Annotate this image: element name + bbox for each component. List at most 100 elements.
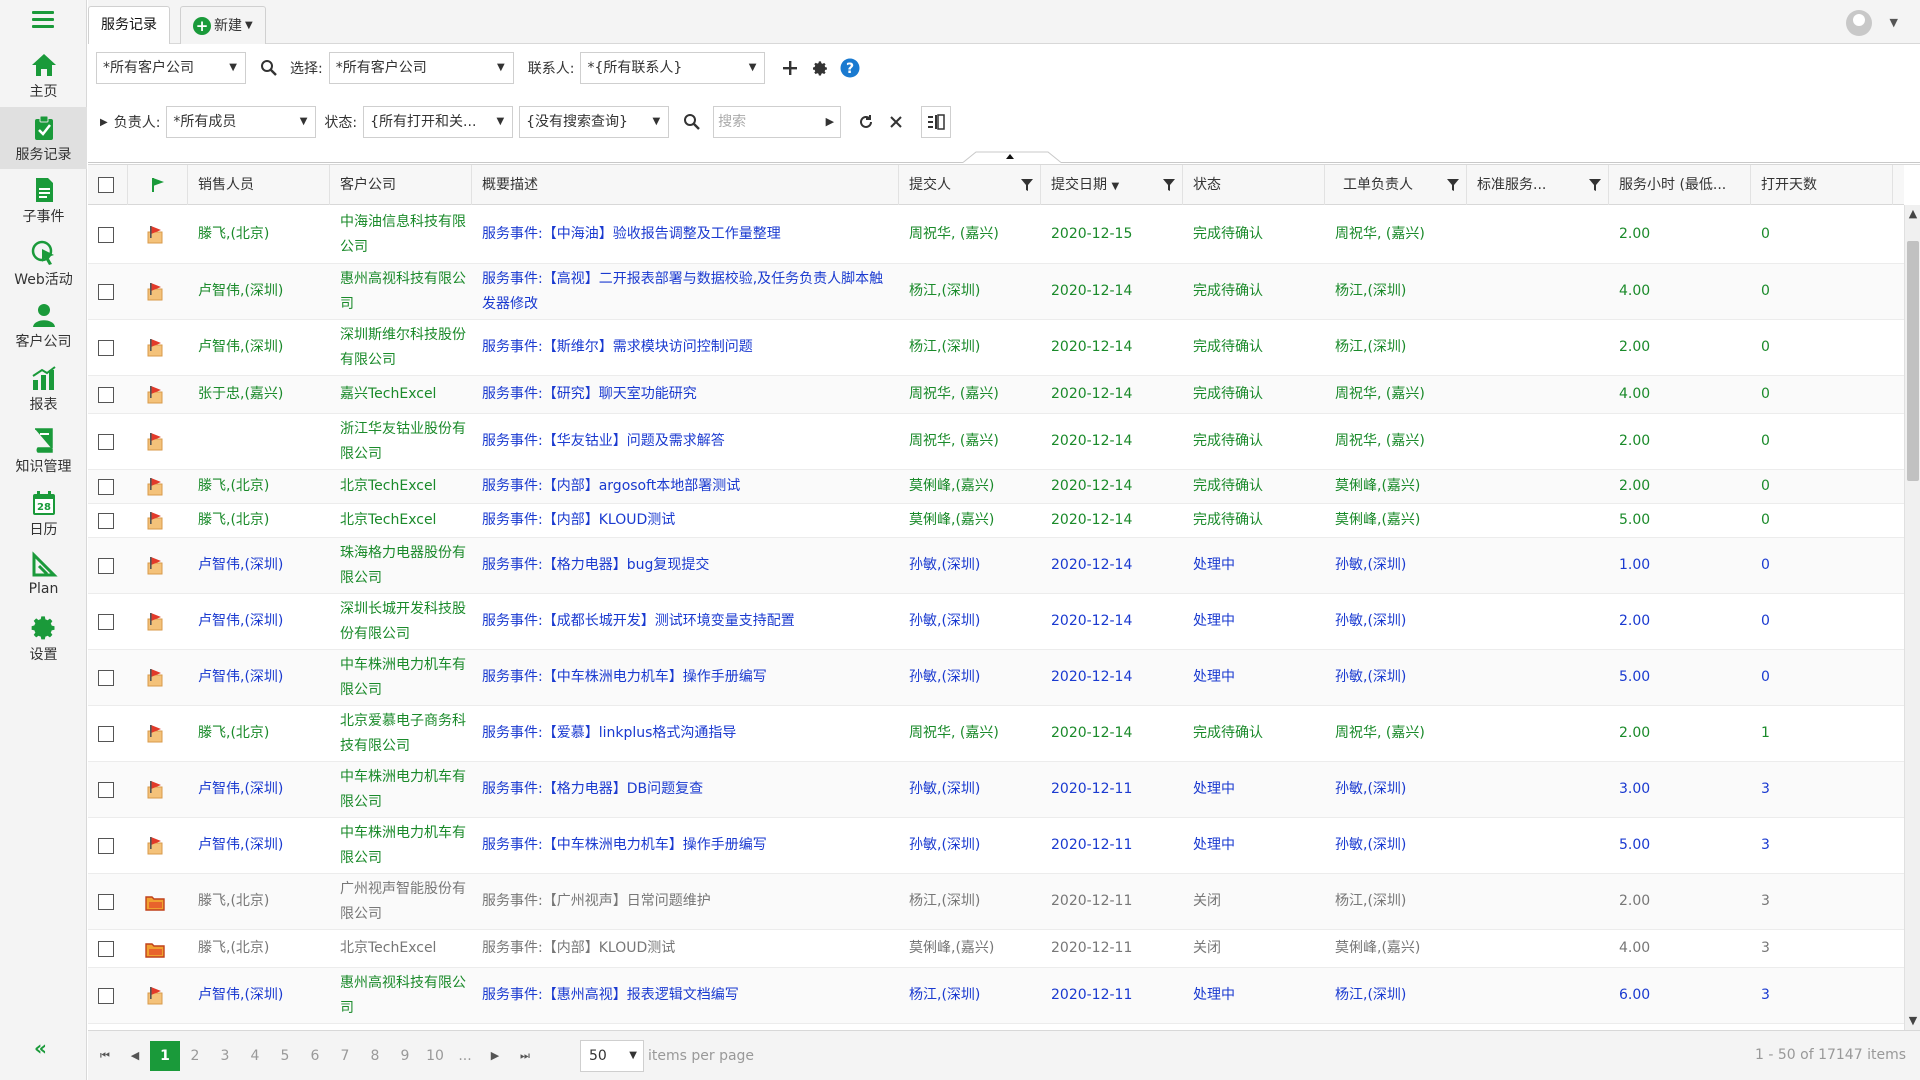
header-company[interactable]: 客户公司 — [330, 165, 472, 205]
filter-icon[interactable] — [1162, 178, 1176, 192]
refresh-icon[interactable] — [851, 106, 881, 138]
clear-icon[interactable] — [881, 106, 911, 138]
row-checkbox[interactable] — [98, 557, 114, 574]
page-number[interactable]: 5 — [270, 1041, 300, 1071]
page-number[interactable]: 3 — [210, 1041, 240, 1071]
page-number[interactable]: 8 — [360, 1041, 390, 1071]
filter-icon[interactable] — [1588, 178, 1602, 192]
cell-desc[interactable]: 服务事件:【格力电器】DB问题复查 — [472, 762, 899, 817]
table-row[interactable]: 卢智伟,(深圳) 中车株洲电力机车有限公司 服务事件:【中车株洲电力机车】操作手册编… — [88, 650, 1904, 706]
row-checkbox[interactable] — [98, 613, 114, 630]
owner-select[interactable]: *所有成员 — [166, 106, 317, 138]
table-row[interactable]: 卢智伟,(深圳) 中车株洲电力机车有限公司 服务事件:【格力电器】DB问题复查 孙敏,… — [88, 762, 1904, 818]
avatar[interactable] — [1846, 10, 1872, 36]
cell-desc[interactable]: 服务事件:【内部】KLOUD测试 — [472, 930, 899, 967]
sidebar-item-9[interactable]: 设置 — [0, 607, 87, 669]
row-checkbox[interactable] — [98, 987, 114, 1004]
table-row[interactable]: 卢智伟,(深圳) 惠州高视科技有限公司 服务事件:【高视】二开报表部署与数据校验,及… — [88, 264, 1904, 320]
header-status[interactable]: 状态 — [1183, 165, 1325, 205]
sidebar-item-3[interactable]: Web活动 — [0, 232, 87, 294]
header-service-hours[interactable]: 服务小时 (最低... — [1609, 165, 1751, 205]
cell-desc[interactable]: 服务事件:【高视】二开报表部署与数据校验,及任务负责人脚本触发器修改 — [472, 264, 899, 319]
row-checkbox[interactable] — [98, 339, 114, 356]
cell-company[interactable]: 北京爱慕电子商务科技有限公司 — [330, 706, 472, 761]
column-layout-icon[interactable] — [921, 106, 952, 138]
help-icon[interactable]: ? — [835, 52, 865, 84]
search-input[interactable]: 搜索 ▶ — [713, 106, 842, 138]
row-checkbox[interactable] — [98, 226, 114, 243]
scroll-up-icon[interactable]: ▲ — [1905, 205, 1920, 223]
cell-desc[interactable]: 服务事件:【成都长城开发】测试环境变量支持配置 — [472, 594, 899, 649]
header-description[interactable]: 概要描述 — [472, 165, 899, 205]
tab-service-records[interactable]: 服务记录 — [88, 6, 170, 44]
cell-company[interactable]: 惠州高视科技有限公司 — [330, 264, 472, 319]
sidebar-item-4[interactable]: 客户公司 — [0, 294, 87, 356]
row-checkbox[interactable] — [98, 940, 114, 957]
prev-page-icon[interactable]: ◀ — [120, 1049, 150, 1062]
cell-company[interactable]: 中车株洲电力机车有限公司 — [330, 650, 472, 705]
select-company-dropdown[interactable]: *所有客户公司 — [328, 52, 514, 84]
cell-company[interactable]: 深圳长城开发科技股份有限公司 — [330, 594, 472, 649]
page-number[interactable]: 10 — [420, 1041, 450, 1071]
sidebar-item-6[interactable]: 知识管理 — [0, 419, 87, 481]
cell-desc[interactable]: 服务事件:【内部】argosoft本地部署测试 — [472, 470, 899, 503]
select-all-checkbox[interactable] — [98, 177, 114, 193]
menu-icon[interactable] — [32, 11, 54, 28]
table-row[interactable]: 卢智伟,(深圳) 深圳斯维尔科技股份有限公司 服务事件:【斯维尔】需求模块访问控制问… — [88, 320, 1904, 376]
cell-company[interactable]: 浙江华友钴业股份有限公司 — [330, 414, 472, 469]
cell-desc[interactable]: 服务事件:【惠州高视】报表逻辑文档编写 — [472, 968, 899, 1023]
header-sales[interactable]: 销售人员 — [188, 165, 330, 205]
page-number[interactable]: 2 — [180, 1041, 210, 1071]
cell-desc[interactable]: 服务事件:【中车株洲电力机车】操作手册编写 — [472, 650, 899, 705]
vertical-scrollbar[interactable]: ▲ ▼ — [1904, 205, 1920, 1030]
table-row[interactable]: 卢智伟,(深圳) 中车株洲电力机车有限公司 服务事件:【中车株洲电力机车】操作手册编… — [88, 818, 1904, 874]
sidebar-item-5[interactable]: 报表 — [0, 357, 87, 419]
sidebar-item-8[interactable]: Plan — [0, 544, 87, 606]
page-number[interactable]: 4 — [240, 1041, 270, 1071]
per-page-select[interactable]: 50 — [580, 1039, 644, 1072]
cell-company[interactable]: 北京TechExcel — [330, 930, 472, 967]
expand-triangle-icon[interactable]: ▶ — [100, 117, 108, 128]
next-page-icon[interactable]: ▶ — [480, 1049, 510, 1062]
table-row[interactable]: 浙江华友钴业股份有限公司 服务事件:【华友钴业】问题及需求解答 周祝华, (嘉兴) 2… — [88, 414, 1904, 470]
row-checkbox[interactable] — [98, 893, 114, 910]
scrollbar-thumb[interactable] — [1907, 241, 1919, 481]
sidebar-item-7[interactable]: 28 日历 — [0, 482, 87, 544]
row-checkbox[interactable] — [98, 781, 114, 798]
cell-company[interactable]: 深圳斯维尔科技股份有限公司 — [330, 320, 472, 375]
cell-company[interactable]: 惠州高视科技有限公司 — [330, 968, 472, 1023]
cell-desc[interactable]: 服务事件:【中车株洲电力机车】操作手册编写 — [472, 818, 899, 873]
table-row[interactable]: 卢智伟,(深圳) 深圳长城开发科技股份有限公司 服务事件:【成都长城开发】测试环境变… — [88, 594, 1904, 650]
cell-company[interactable]: 中车株洲电力机车有限公司 — [330, 818, 472, 873]
scroll-down-icon[interactable]: ▼ — [1905, 1012, 1920, 1030]
status-select[interactable]: {所有打开和关... — [363, 106, 514, 138]
first-page-icon[interactable]: ⏮ — [90, 1049, 120, 1063]
filter-icon[interactable] — [1020, 178, 1034, 192]
table-row[interactable]: 张于忠,(嘉兴) 嘉兴TechExcel 服务事件:【研究】聊天室功能研究 周祝华, … — [88, 376, 1904, 414]
row-checkbox[interactable] — [98, 725, 114, 742]
page-number[interactable]: 6 — [300, 1041, 330, 1071]
chevron-down-icon[interactable]: ▼ — [1890, 16, 1898, 29]
last-page-icon[interactable]: ⏭ — [510, 1049, 540, 1063]
saved-query-select[interactable]: {没有搜索查询} — [519, 106, 670, 138]
search-icon[interactable] — [677, 106, 707, 138]
cell-company[interactable]: 广州视声智能股份有限公司 — [330, 874, 472, 929]
header-ticket-owner[interactable]: 工单负责人 — [1325, 165, 1467, 205]
cell-desc[interactable]: 服务事件:【格力电器】bug复现提交 — [472, 538, 899, 593]
row-checkbox[interactable] — [98, 386, 114, 403]
sidebar-item-1[interactable]: 服务记录 — [0, 106, 87, 169]
row-checkbox[interactable] — [98, 669, 114, 686]
cell-desc[interactable]: 服务事件:【研究】聊天室功能研究 — [472, 376, 899, 413]
gear-icon[interactable] — [805, 52, 835, 84]
header-submitter[interactable]: 提交人 — [899, 165, 1041, 205]
cell-desc[interactable]: 服务事件:【中海油】验收报告调整及工作量整理 — [472, 206, 899, 263]
cell-company[interactable]: 中海油信息科技有限公司 — [330, 206, 472, 263]
company-select[interactable]: *所有客户公司 — [96, 52, 246, 84]
page-number[interactable]: ... — [450, 1041, 480, 1071]
filter-icon[interactable] — [1446, 178, 1460, 192]
header-standard-service[interactable]: 标准服务... — [1467, 165, 1609, 205]
row-checkbox[interactable] — [98, 837, 114, 854]
table-row[interactable]: 滕飞,(北京) 北京TechExcel 服务事件:【内部】KLOUD测试 莫俐峰,(嘉… — [88, 930, 1904, 968]
sidebar-item-0[interactable]: 主页 — [0, 44, 87, 106]
add-icon[interactable] — [775, 52, 805, 84]
